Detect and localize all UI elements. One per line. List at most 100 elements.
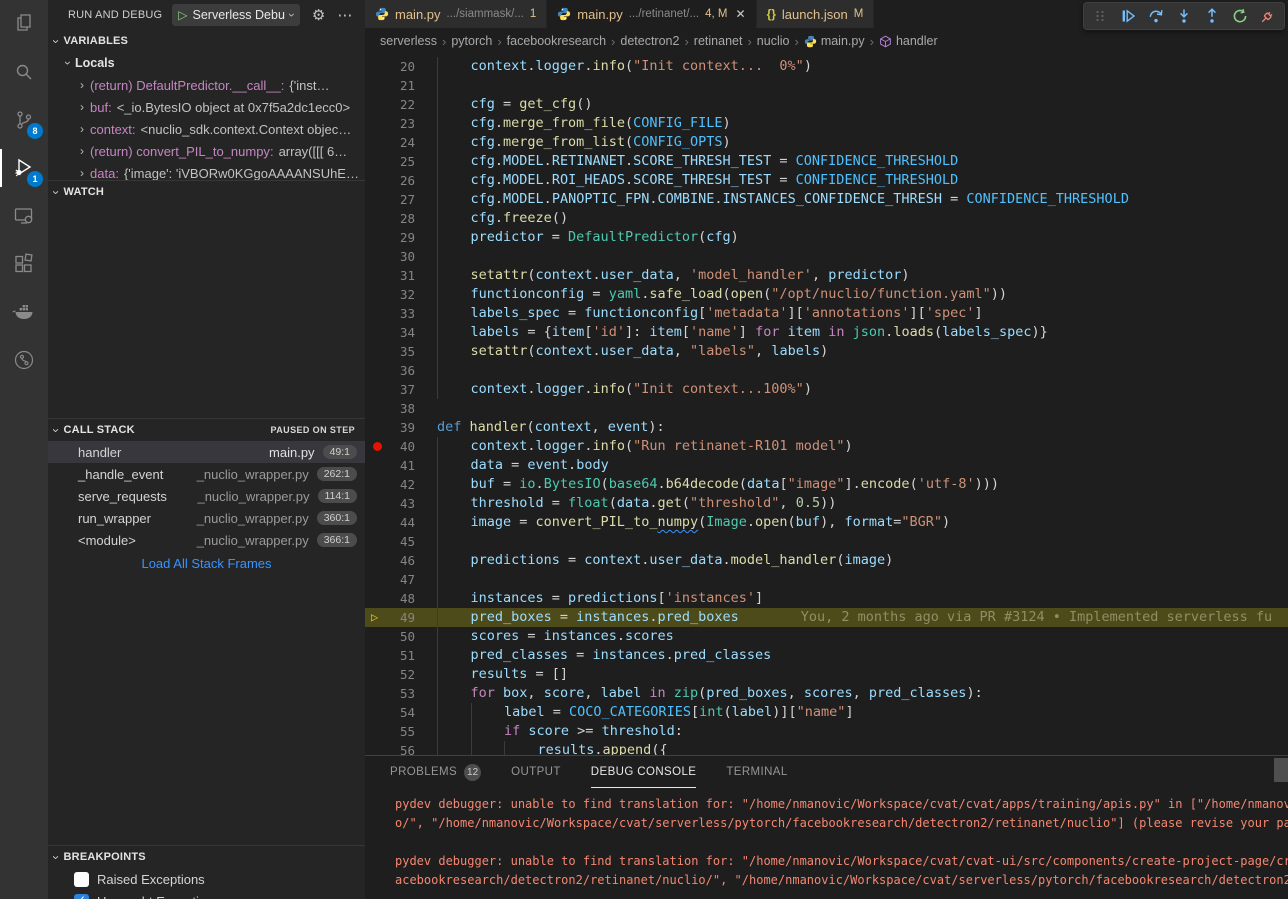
variable-row[interactable]: ›data{'image': 'iVBORw0KGgoAAAANSUhE… — [48, 162, 365, 180]
code-line[interactable]: 37context.logger.info("Init context...10… — [365, 380, 1288, 399]
glyph-margin[interactable] — [373, 722, 385, 741]
drag-grip-icon[interactable] — [1088, 4, 1112, 28]
code-line[interactable]: 25cfg.MODEL.RETINANET.SCORE_THRESH_TEST … — [365, 152, 1288, 171]
breadcrumb-item[interactable]: detectron2 — [620, 34, 679, 48]
locals-scope[interactable]: › Locals — [48, 52, 365, 74]
checkbox[interactable] — [74, 894, 89, 899]
code-line[interactable]: 26cfg.MODEL.ROI_HEADS.SCORE_THRESH_TEST … — [365, 171, 1288, 190]
checkbox[interactable] — [74, 872, 89, 887]
code-line[interactable]: 21 — [365, 76, 1288, 95]
glyph-margin[interactable] — [373, 589, 385, 608]
code-editor[interactable]: 20context.logger.info("Init context... 0… — [365, 54, 1288, 755]
glyph-margin[interactable] — [373, 627, 385, 646]
remote-explorer-icon[interactable] — [0, 192, 48, 240]
code-line[interactable]: 36 — [365, 361, 1288, 380]
tab-output[interactable]: OUTPUT — [511, 756, 561, 788]
code-line[interactable]: 20context.logger.info("Init context... 0… — [365, 57, 1288, 76]
glyph-margin[interactable] — [373, 228, 385, 247]
code-line[interactable]: 33labels_spec = functionconfig['metadata… — [365, 304, 1288, 323]
step-into-icon[interactable] — [1172, 4, 1196, 28]
step-out-icon[interactable] — [1200, 4, 1224, 28]
glyph-margin[interactable] — [373, 399, 385, 418]
code-line[interactable]: 34labels = {item['id']: item['name'] for… — [365, 323, 1288, 342]
code-line[interactable]: 28cfg.freeze() — [365, 209, 1288, 228]
code-line[interactable]: 39def handler(context, event): — [365, 418, 1288, 437]
gitlens-icon[interactable] — [0, 336, 48, 384]
variable-row[interactable]: ›(return) DefaultPredictor.__call__{'ins… — [48, 74, 365, 96]
glyph-margin[interactable] — [373, 703, 385, 722]
extensions-icon[interactable] — [0, 240, 48, 288]
call-stack-section-header[interactable]: › CALL STACK PAUSED ON STEP — [48, 419, 365, 441]
glyph-margin[interactable] — [373, 133, 385, 152]
variable-row[interactable]: ›(return) convert_PIL_to_numpyarray([[[ … — [48, 140, 365, 162]
more-actions-icon[interactable]: ⋯ — [337, 6, 352, 24]
current-line-arrow-icon[interactable]: ▷ — [371, 608, 383, 627]
code-line[interactable]: 41data = event.body — [365, 456, 1288, 475]
breadcrumb-item[interactable]: serverless — [380, 34, 437, 48]
code-line[interactable]: 22cfg = get_cfg() — [365, 95, 1288, 114]
code-line[interactable]: 32functionconfig = yaml.safe_load(open("… — [365, 285, 1288, 304]
glyph-margin[interactable] — [373, 76, 385, 95]
code-line[interactable]: 55if score >= threshold: — [365, 722, 1288, 741]
tab-problems[interactable]: PROBLEMS12 — [390, 756, 481, 788]
glyph-margin[interactable] — [373, 532, 385, 551]
glyph-margin[interactable] — [373, 380, 385, 399]
glyph-margin[interactable] — [373, 456, 385, 475]
code-line[interactable]: 35setattr(context.user_data, "labels", l… — [365, 342, 1288, 361]
glyph-margin[interactable] — [373, 494, 385, 513]
restart-icon[interactable] — [1228, 4, 1252, 28]
glyph-margin[interactable] — [373, 551, 385, 570]
debug-config-dropdown[interactable]: ▷ Serverless Debu › — [172, 4, 300, 26]
code-line[interactable]: 24cfg.merge_from_list(CONFIG_OPTS) — [365, 133, 1288, 152]
source-control-icon[interactable]: 8 — [0, 96, 48, 144]
variables-section-header[interactable]: › VARIABLES — [48, 30, 365, 52]
glyph-margin[interactable] — [373, 266, 385, 285]
stack-frame[interactable]: <module> _nuclio_wrapper.py 366:1 — [48, 529, 365, 551]
glyph-margin[interactable] — [373, 513, 385, 532]
code-line[interactable]: 30 — [365, 247, 1288, 266]
code-line[interactable]: 31setattr(context.user_data, 'model_hand… — [365, 266, 1288, 285]
breakpoint-row[interactable]: Uncaught Exceptions — [48, 890, 365, 899]
code-line[interactable]: 40context.logger.info("Run retinanet-R10… — [365, 437, 1288, 456]
breakpoint-row[interactable]: Raised Exceptions — [48, 868, 365, 890]
code-line[interactable]: 54label = COCO_CATEGORIES[int(label)]["n… — [365, 703, 1288, 722]
code-line[interactable]: 27cfg.MODEL.PANOPTIC_FPN.COMBINE.INSTANC… — [365, 190, 1288, 209]
code-line[interactable]: 44image = convert_PIL_to_numpy(Image.ope… — [365, 513, 1288, 532]
code-line[interactable]: 52results = [] — [365, 665, 1288, 684]
code-line[interactable]: 42buf = io.BytesIO(base64.b64decode(data… — [365, 475, 1288, 494]
code-line[interactable]: 50scores = instances.scores — [365, 627, 1288, 646]
breadcrumb-item-file[interactable]: main.py — [804, 34, 865, 48]
code-line[interactable]: 46predictions = context.user_data.model_… — [365, 551, 1288, 570]
glyph-margin[interactable] — [373, 418, 385, 437]
watch-section-header[interactable]: › WATCH — [48, 181, 365, 203]
step-over-icon[interactable] — [1144, 4, 1168, 28]
breadcrumb-item[interactable]: pytorch — [451, 34, 492, 48]
stack-frame[interactable]: _handle_event _nuclio_wrapper.py 262:1 — [48, 463, 365, 485]
stack-frame[interactable]: run_wrapper _nuclio_wrapper.py 360:1 — [48, 507, 365, 529]
close-icon[interactable]: ✕ — [736, 7, 746, 21]
glyph-margin[interactable] — [373, 209, 385, 228]
breadcrumb-item[interactable]: facebookresearch — [507, 34, 606, 48]
docker-icon[interactable] — [0, 288, 48, 336]
load-all-stack-frames-link[interactable]: Load All Stack Frames — [48, 551, 365, 575]
variable-row[interactable]: ›context<nuclio_sdk.context.Context obje… — [48, 118, 365, 140]
tab-terminal[interactable]: TERMINAL — [726, 756, 787, 788]
breakpoint-icon[interactable] — [373, 442, 382, 451]
glyph-margin[interactable] — [373, 114, 385, 133]
code-line[interactable]: 29predictor = DefaultPredictor(cfg) — [365, 228, 1288, 247]
breadcrumb-item[interactable]: retinanet — [694, 34, 743, 48]
code-line[interactable]: 43threshold = float(data.get("threshold"… — [365, 494, 1288, 513]
glyph-margin[interactable] — [373, 152, 385, 171]
panel-scrollbar[interactable] — [1274, 758, 1288, 782]
code-line[interactable]: ▷49pred_boxes = instances.pred_boxesYou,… — [365, 608, 1288, 627]
stack-frame[interactable]: handler main.py 49:1 — [48, 441, 365, 463]
variable-row[interactable]: ›buf<_io.BytesIO object at 0x7f5a2dc1ecc… — [48, 96, 365, 118]
glyph-margin[interactable] — [373, 342, 385, 361]
glyph-margin[interactable] — [373, 361, 385, 380]
code-line[interactable]: 47 — [365, 570, 1288, 589]
breakpoints-section-header[interactable]: › BREAKPOINTS — [48, 846, 365, 868]
breadcrumb-item[interactable]: nuclio — [757, 34, 790, 48]
glyph-margin[interactable] — [373, 646, 385, 665]
code-line[interactable]: 48instances = predictions['instances'] — [365, 589, 1288, 608]
glyph-margin[interactable] — [373, 247, 385, 266]
